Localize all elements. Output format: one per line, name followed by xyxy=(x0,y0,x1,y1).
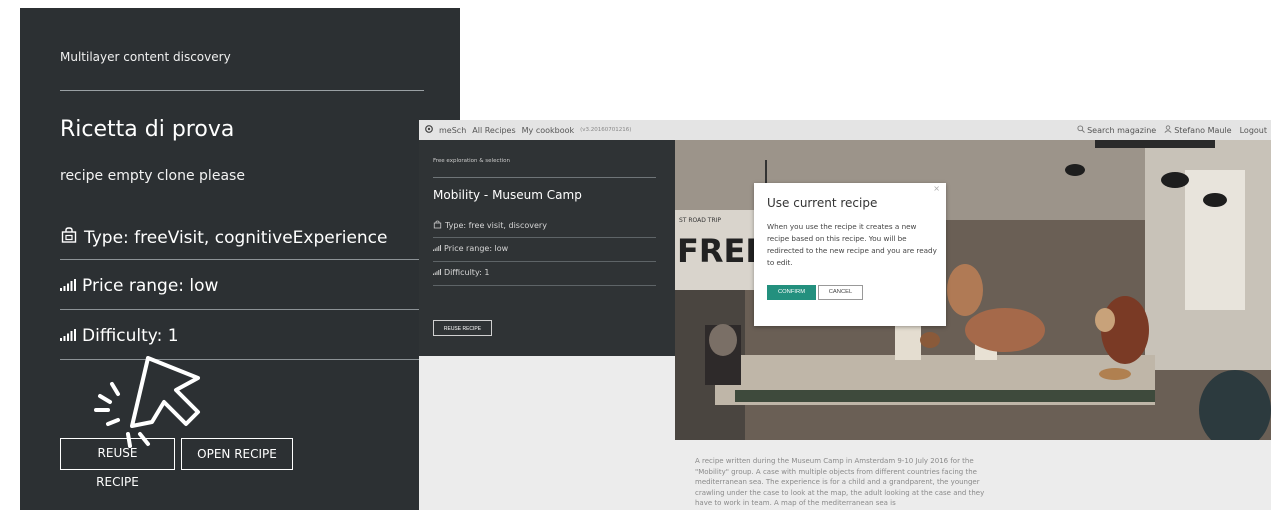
modal-title: Use current recipe xyxy=(767,196,878,210)
top-navbar: meSch All Recipes My cookbook (v3.201607… xyxy=(419,120,1271,140)
signal-bars-icon xyxy=(60,326,76,346)
type-property: Type: freeVisit, cognitiveExperience xyxy=(60,226,387,249)
signal-bars-icon xyxy=(433,268,441,277)
close-icon[interactable]: × xyxy=(933,184,940,193)
nav-all-recipes[interactable]: All Recipes xyxy=(472,126,515,135)
logout-link[interactable]: Logout xyxy=(1240,126,1267,135)
divider xyxy=(433,177,656,178)
price-label: Price range: low xyxy=(82,276,219,296)
price-property: Price range: low xyxy=(433,244,508,253)
type-label: Type: free visit, discovery xyxy=(445,221,547,230)
difficulty-label: Difficulty: 1 xyxy=(444,268,490,277)
mesch-logo-icon xyxy=(425,125,433,135)
divider xyxy=(433,285,656,286)
type-label: Type: freeVisit, cognitiveExperience xyxy=(84,227,388,248)
recipe-subtitle: recipe empty clone please xyxy=(60,168,245,184)
user-icon xyxy=(1164,125,1172,135)
brand-link[interactable]: meSch xyxy=(439,126,466,135)
divider xyxy=(60,259,460,260)
user-link[interactable]: Stefano Maule xyxy=(1164,125,1232,135)
signal-bars-icon xyxy=(60,276,76,296)
cancel-button[interactable]: CANCEL xyxy=(818,285,863,300)
search-icon xyxy=(1077,125,1085,135)
bag-icon xyxy=(433,220,442,231)
open-recipe-button[interactable]: OPEN RECIPE xyxy=(181,438,293,470)
recipe-sidebar: Free exploration & selection Mobility - … xyxy=(419,140,675,356)
confirm-button[interactable]: CONFIRM xyxy=(767,285,816,300)
app-screenshot: meSch All Recipes My cookbook (v3.201607… xyxy=(419,120,1271,510)
type-property: Type: free visit, discovery xyxy=(433,220,547,231)
divider xyxy=(60,90,424,91)
price-label: Price range: low xyxy=(444,244,509,253)
reuse-recipe-button[interactable]: REUSE RECIPE xyxy=(60,438,175,489)
divider xyxy=(433,261,656,262)
version-label: (v3.20160701216) xyxy=(580,127,632,133)
click-cursor-icon xyxy=(90,338,210,453)
recipe-description: A recipe written during the Museum Camp … xyxy=(695,457,985,507)
signal-bars-icon xyxy=(433,244,441,253)
section-label: Multilayer content discovery xyxy=(60,50,231,64)
zoomed-recipe-panel: Multilayer content discovery Ricetta di … xyxy=(20,8,460,510)
price-property: Price range: low xyxy=(60,276,218,296)
user-name: Stefano Maule xyxy=(1174,125,1232,135)
divider xyxy=(433,237,656,238)
divider xyxy=(60,309,460,310)
section-label: Free exploration & selection xyxy=(433,158,511,164)
search-link[interactable]: Search magazine xyxy=(1077,125,1156,135)
use-recipe-modal: × Use current recipe When you use the re… xyxy=(754,183,946,326)
poster-small-text: ST ROAD TRIP xyxy=(679,217,721,224)
recipe-title: Mobility - Museum Camp xyxy=(433,188,582,202)
recipe-title: Ricetta di prova xyxy=(60,117,235,142)
reuse-recipe-button[interactable]: REUSE RECIPE xyxy=(433,320,492,336)
modal-body: When you use the recipe it creates a new… xyxy=(767,222,937,267)
bag-icon xyxy=(60,226,78,249)
difficulty-property: Difficulty: 1 xyxy=(433,268,489,277)
search-label: Search magazine xyxy=(1087,125,1157,135)
nav-my-cookbook[interactable]: My cookbook xyxy=(522,126,575,135)
